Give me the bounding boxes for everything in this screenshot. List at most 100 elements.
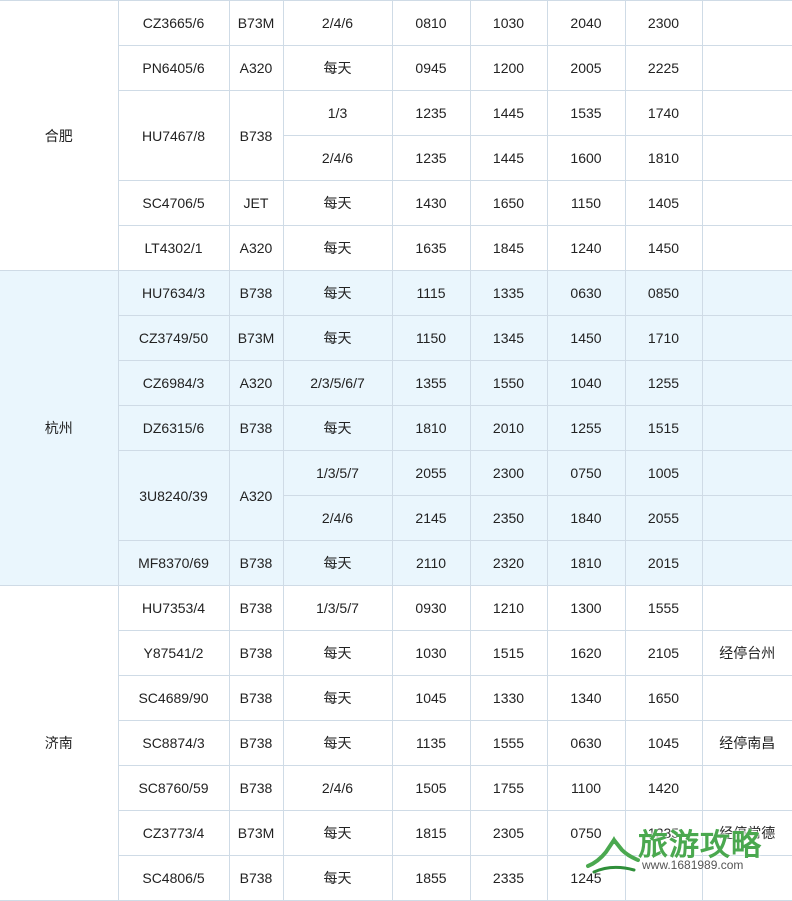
table-row: 3U8240/39 A320 1/3/5/7 2055 2300 0750 1005 [0, 450, 792, 541]
table-row: CZ3749/50 B73M 每天 1150 1345 1450 1710 [0, 315, 792, 361]
departure-time-cell: 1505 [391, 765, 471, 811]
operating-days-cell: 每天 [282, 810, 393, 856]
return-departure-time-cell: 1840 [546, 495, 626, 541]
note-cell: 经停台州 [701, 630, 792, 676]
return-departure-time-cell: 1620 [546, 630, 626, 676]
return-departure-time-cell: 1255 [546, 405, 626, 451]
table-row: MF8370/69 B738 每天 2110 2320 1810 2015 [0, 540, 792, 586]
table-row: LT4302/1 A320 每天 1635 1845 1240 1450 [0, 225, 792, 271]
note-cell [701, 585, 792, 631]
note-cell [701, 405, 792, 451]
aircraft-type-cell: B738 [228, 90, 284, 181]
departure-time-cell: 1235 [391, 90, 471, 136]
return-departure-time-cell: 1810 [546, 540, 626, 586]
return-arrival-time-cell: 1710 [624, 315, 703, 361]
aircraft-type-cell: A320 [228, 450, 284, 541]
note-cell [701, 135, 792, 181]
operating-days-cell: 2/4/6 [282, 495, 393, 541]
operating-days-cell: 1/3/5/7 [282, 585, 393, 631]
return-arrival-time-cell: 2015 [624, 540, 703, 586]
flight-schedule-table: 合肥 CZ3665/6 B73M 2/4/6 0810 1030 2040 2300 PN640… [0, 0, 792, 901]
return-departure-time-cell: 1240 [546, 225, 626, 271]
operating-days-cell: 2/4/6 [282, 765, 393, 811]
return-arrival-time-cell: 1420 [624, 765, 703, 811]
departure-time-cell: 2145 [391, 495, 471, 541]
return-departure-time-cell: 1535 [546, 90, 626, 136]
return-arrival-time-cell: 2055 [624, 495, 703, 541]
return-departure-time-cell: 0630 [546, 270, 626, 316]
return-departure-time-cell: 1300 [546, 585, 626, 631]
aircraft-type-cell: A320 [228, 360, 284, 406]
note-cell [701, 180, 792, 226]
departure-time-cell: 1030 [391, 630, 471, 676]
note-cell [701, 0, 792, 46]
operating-days-cell: 每天 [282, 270, 393, 316]
table-row: CZ3773/4 B73M 每天 1815 2305 0750 1235 经停常德 [0, 810, 792, 856]
arrival-time-cell: 2010 [469, 405, 548, 451]
return-departure-time-cell: 1600 [546, 135, 626, 181]
return-departure-time-cell: 2005 [546, 45, 626, 91]
return-arrival-time-cell: 1045 [624, 720, 703, 766]
departure-time-cell: 1815 [391, 810, 471, 856]
arrival-time-cell: 2305 [469, 810, 548, 856]
table-row: SC8874/3 B738 每天 1135 1555 0630 1045 经停南昌 [0, 720, 792, 766]
table-row: 济南 HU7353/4 B738 1/3/5/7 0930 1210 1300 1555 [0, 585, 792, 901]
return-arrival-time-cell: 1405 [624, 180, 703, 226]
flight-number-cell: CZ6984/3 [117, 360, 230, 406]
arrival-time-cell: 1555 [469, 720, 548, 766]
departure-time-cell: 1235 [391, 135, 471, 181]
operating-days-cell: 1/3/5/7 [282, 450, 393, 496]
flight-number-cell: CZ3665/6 [117, 0, 230, 46]
return-arrival-time-cell: 1555 [624, 585, 703, 631]
aircraft-type-cell: A320 [228, 45, 284, 91]
flight-number-cell: HU7634/3 [117, 270, 230, 316]
flight-number-cell: CZ3773/4 [117, 810, 230, 856]
arrival-time-cell: 1445 [469, 90, 548, 136]
flight-number-cell: PN6405/6 [117, 45, 230, 91]
departure-time-cell: 1810 [391, 405, 471, 451]
aircraft-type-cell: B738 [228, 585, 284, 631]
return-arrival-time-cell: 1810 [624, 135, 703, 181]
note-cell [701, 315, 792, 361]
aircraft-type-cell: B73M [228, 315, 284, 361]
flight-number-cell: 3U8240/39 [117, 450, 230, 541]
aircraft-type-cell: A320 [228, 225, 284, 271]
flight-number-cell: SC8874/3 [117, 720, 230, 766]
note-cell [701, 540, 792, 586]
return-departure-time-cell: 2040 [546, 0, 626, 46]
aircraft-type-cell: B738 [228, 270, 284, 316]
return-arrival-time-cell: 0850 [624, 270, 703, 316]
arrival-time-cell: 2350 [469, 495, 548, 541]
city-cell: 济南 [0, 585, 119, 901]
table-row: 合肥 CZ3665/6 B73M 2/4/6 0810 1030 2040 2300 [0, 0, 792, 271]
return-arrival-time-cell: 2225 [624, 45, 703, 91]
departure-time-cell: 1150 [391, 315, 471, 361]
aircraft-type-cell: JET [228, 180, 284, 226]
operating-days-cell: 2/4/6 [282, 135, 393, 181]
city-cell: 杭州 [0, 270, 119, 586]
return-arrival-time-cell: 2300 [624, 0, 703, 46]
operating-days-cell: 每天 [282, 225, 393, 271]
flight-number-cell: SC4706/5 [117, 180, 230, 226]
aircraft-type-cell: B738 [228, 765, 284, 811]
table-row: PN6405/6 A320 每天 0945 1200 2005 2225 [0, 45, 792, 91]
operating-days-cell: 每天 [282, 45, 393, 91]
note-cell [701, 450, 792, 496]
return-departure-time-cell: 1040 [546, 360, 626, 406]
flight-number-cell: MF8370/69 [117, 540, 230, 586]
flight-number-cell: HU7353/4 [117, 585, 230, 631]
table-row: CZ6984/3 A320 2/3/5/6/7 1355 1550 1040 1255 [0, 360, 792, 406]
departure-time-cell: 1430 [391, 180, 471, 226]
note-cell [701, 270, 792, 316]
departure-time-cell: 0930 [391, 585, 471, 631]
flight-number-cell: SC8760/59 [117, 765, 230, 811]
operating-days-cell: 1/3 [282, 90, 393, 136]
return-departure-time-cell: 1100 [546, 765, 626, 811]
return-departure-time-cell: 0750 [546, 450, 626, 496]
flight-number-cell: DZ6315/6 [117, 405, 230, 451]
arrival-time-cell: 1845 [469, 225, 548, 271]
note-cell [701, 495, 792, 541]
city-cell: 合肥 [0, 0, 119, 271]
arrival-time-cell: 1210 [469, 585, 548, 631]
note-cell [701, 225, 792, 271]
